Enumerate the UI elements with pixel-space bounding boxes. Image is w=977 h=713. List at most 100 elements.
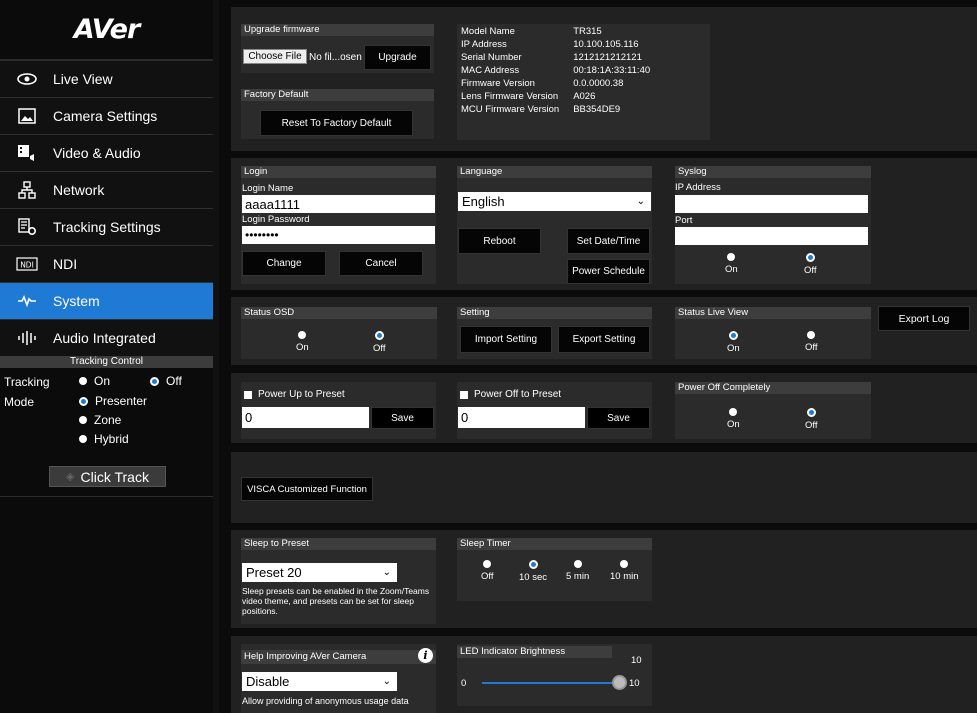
nav-live-view[interactable]: Live View	[0, 61, 213, 98]
power-schedule-button[interactable]: Power Schedule	[567, 259, 650, 284]
mode-presenter-radio[interactable]: Presenter	[79, 394, 147, 408]
nav-ndi[interactable]: NDI NDI	[0, 246, 213, 283]
nav-tracking-settings[interactable]: Tracking Settings	[0, 209, 213, 246]
nav-label: Network	[53, 182, 105, 198]
svg-text:NDI: NDI	[20, 261, 34, 270]
sleep-timer-5min-radio[interactable]: 5 min	[566, 560, 589, 582]
power-off-save-button[interactable]: Save	[587, 407, 650, 429]
info-row: MAC Address 00:18:1A:33:11:40	[461, 65, 651, 76]
power-band: Power Up to Preset 0 Save Power Off to P…	[231, 373, 977, 443]
syslog-on-radio[interactable]: On	[725, 253, 738, 275]
visca-customized-button[interactable]: VISCA Customized Function	[241, 477, 373, 501]
click-track-button[interactable]: ◈ Click Track	[49, 466, 166, 487]
help-improving-title: Help Improving AVer Camera	[241, 650, 436, 664]
led-slider-track[interactable]	[482, 675, 627, 690]
status-osd-off-radio[interactable]: Off	[373, 331, 386, 354]
syslog-title: Syslog	[675, 166, 871, 178]
import-setting-button[interactable]: Import Setting	[460, 326, 552, 353]
power-up-preset-input[interactable]: 0	[242, 407, 369, 428]
language-select[interactable]: English ⌄	[458, 192, 651, 211]
info-icon[interactable]: i	[418, 648, 433, 663]
sidebar: AVer Live View Camera Settings Video & A…	[0, 0, 213, 713]
login-band: Login Login Name aaaa1111 Login Password…	[231, 158, 977, 290]
mode-zone-radio[interactable]: Zone	[79, 413, 121, 427]
info-row: Firmware Version 0.0.0000.38	[461, 78, 624, 89]
nav-label: Camera Settings	[53, 108, 158, 124]
help-band: Help Improving AVer Camera i Disable ⌄ Al…	[231, 636, 977, 713]
main-content: Upgrade firmware Choose File No fil...os…	[219, 0, 977, 713]
login-name-input[interactable]: aaaa1111	[242, 195, 435, 213]
firmware-band: Upgrade firmware Choose File No fil...os…	[231, 7, 977, 151]
power-off-completely-on-radio[interactable]: On	[727, 408, 740, 430]
sleep-timer-off-radio[interactable]: Off	[481, 560, 494, 582]
syslog-ip-label: IP Address	[675, 182, 721, 193]
login-title: Login	[241, 166, 436, 178]
upgrade-firmware-title: Upgrade firmware	[241, 24, 434, 36]
login-password-input[interactable]: ••••••••	[242, 226, 435, 244]
chevron-down-icon: ⌄	[636, 196, 645, 207]
tracking-control-header: Tracking Control	[0, 356, 213, 368]
mode-label: Mode	[4, 395, 35, 409]
nav-label: System	[53, 293, 100, 309]
info-row: Model Name TR315	[461, 26, 602, 37]
status-live-off-radio[interactable]: Off	[805, 331, 818, 353]
nav-video-audio[interactable]: Video & Audio	[0, 135, 213, 172]
power-up-checkbox[interactable]: Power Up to Preset	[244, 389, 345, 400]
led-slider-thumb[interactable]	[612, 675, 627, 690]
language-title: Language	[457, 166, 652, 178]
led-slider-fill	[482, 682, 619, 684]
sleep-preset-select[interactable]: Preset 20 ⌄	[242, 563, 397, 582]
change-button[interactable]: Change	[242, 251, 326, 276]
film-icon	[16, 144, 38, 162]
chevron-down-icon: ⌄	[382, 567, 391, 578]
power-off-checkbox[interactable]: Power Off to Preset	[460, 389, 561, 400]
nav-camera-settings[interactable]: Camera Settings	[0, 98, 213, 135]
export-setting-button[interactable]: Export Setting	[558, 326, 650, 353]
info-row: IP Address 10.100.105.116	[461, 39, 639, 50]
sleep-timer-10sec-radio[interactable]: 10 sec	[519, 560, 547, 583]
sleep-preset-title: Sleep to Preset	[241, 538, 436, 550]
status-osd-title: Status OSD	[241, 307, 437, 319]
nav-system[interactable]: System	[0, 283, 213, 320]
choose-file-button[interactable]: Choose File	[243, 49, 307, 64]
nav-label: NDI	[53, 256, 78, 272]
power-off-preset-input[interactable]: 0	[458, 407, 585, 428]
power-up-save-button[interactable]: Save	[371, 407, 434, 429]
sleep-preset-note: Sleep presets can be enabled in the Zoom…	[242, 586, 430, 616]
status-osd-on-radio[interactable]: On	[296, 331, 309, 353]
nav-network[interactable]: Network	[0, 172, 213, 209]
syslog-ip-input[interactable]	[675, 195, 868, 213]
nav-label: Tracking Settings	[53, 219, 161, 235]
doc-gear-icon	[16, 218, 38, 236]
syslog-port-input[interactable]	[675, 227, 868, 245]
reset-factory-button[interactable]: Reset To Factory Default	[260, 110, 413, 136]
chevron-down-icon: ⌄	[382, 676, 391, 687]
device-info-table: Model Name TR315 IP Address 10.100.105.116…	[461, 26, 664, 117]
export-log-button[interactable]: Export Log	[878, 306, 970, 331]
upgrade-button[interactable]: Upgrade	[364, 45, 431, 70]
sleep-timer-title: Sleep Timer	[457, 538, 652, 550]
info-row: Lens Firmware Version A026	[461, 91, 596, 102]
cancel-button[interactable]: Cancel	[339, 251, 423, 276]
nav-label: Audio Integrated	[53, 330, 156, 346]
info-row: MCU Firmware Version BB354DE9	[461, 104, 621, 115]
power-off-completely-off-radio[interactable]: Off	[805, 408, 818, 431]
login-password-label: Login Password	[242, 214, 310, 225]
nav-audio-integrated[interactable]: Audio Integrated	[0, 320, 213, 357]
login-name-label: Login Name	[242, 183, 294, 194]
tracking-on-radio[interactable]: On	[79, 374, 110, 388]
eye-icon	[16, 70, 38, 88]
led-brightness-title: LED Indicator Brightness	[457, 646, 612, 658]
help-select[interactable]: Disable ⌄	[242, 672, 397, 691]
tracking-label: Tracking	[4, 375, 50, 389]
nav-label: Live View	[53, 71, 113, 87]
target-icon: ◈	[66, 471, 75, 483]
set-date-time-button[interactable]: Set Date/Time	[567, 228, 650, 254]
mode-hybrid-radio[interactable]: Hybrid	[79, 432, 129, 446]
sleep-timer-10min-radio[interactable]: 10 min	[610, 560, 639, 582]
syslog-off-radio[interactable]: Off	[804, 253, 817, 276]
status-live-on-radio[interactable]: On	[727, 331, 740, 354]
tracking-off-radio[interactable]: Off	[150, 374, 182, 388]
reboot-button[interactable]: Reboot	[458, 228, 541, 254]
pulse-icon	[16, 292, 38, 310]
